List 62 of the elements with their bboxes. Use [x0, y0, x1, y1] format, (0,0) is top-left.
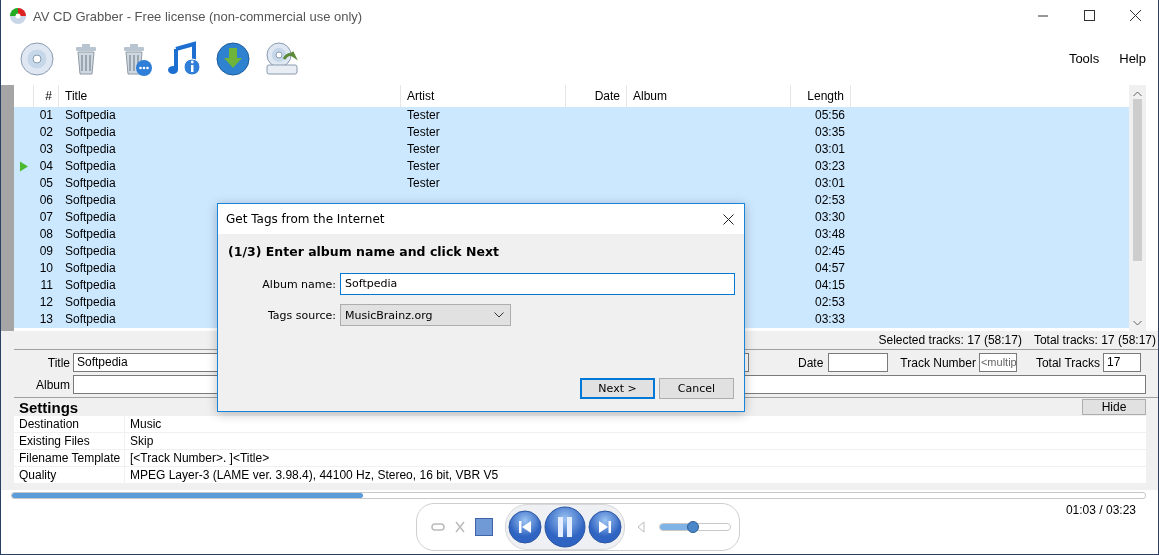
table-cell-text: 03:35	[813, 124, 846, 141]
table-cell-text: 01	[38, 107, 54, 124]
table-cell-text: Tester	[406, 141, 441, 158]
table-cell-text: 04:15	[813, 277, 846, 294]
table-cell-text: Softpedia	[64, 158, 117, 175]
table-cell-text: 07	[38, 209, 54, 226]
table-cell-text: Tester	[406, 158, 441, 175]
table-cell-text: Softpedia	[64, 243, 117, 260]
table-cell-text: Softpedia	[64, 124, 117, 141]
table-cell-text: Tester	[406, 175, 441, 192]
table-cell-text: 13	[38, 311, 54, 328]
table-cell-text: 12	[38, 294, 54, 311]
table-cell-text: 08	[38, 226, 54, 243]
table-cell-text: 03	[38, 141, 54, 158]
table-cell-text: 05	[38, 175, 54, 192]
table-cell-text: Tester	[406, 124, 441, 141]
field-label: Album	[35, 377, 70, 392]
table-cell-text: 10	[38, 260, 54, 277]
table-cell-text: Softpedia	[64, 209, 117, 226]
setting-name: Existing Files	[14, 433, 124, 450]
section-title: Settings	[19, 398, 79, 416]
table-cell-text: 05:56	[813, 107, 846, 124]
table-cell-text: 06	[38, 192, 54, 209]
table-cell-text: Softpedia	[64, 175, 117, 192]
table-cell-text: Softpedia	[64, 192, 117, 209]
table-cell-text: Softpedia	[64, 260, 117, 277]
field-label: Track Number	[900, 355, 976, 370]
table-cell-text: Softpedia	[64, 294, 117, 311]
table-cell-text: Softpedia	[64, 311, 117, 328]
setting-name: Destination	[14, 416, 124, 433]
table-cell-text: 09	[38, 243, 54, 260]
dialog-title: Get Tags from the Internet	[226, 212, 385, 226]
table-cell-text: 04	[38, 158, 54, 175]
table-cell-text: 02	[38, 124, 54, 141]
field-label: Total Tracks	[1035, 355, 1100, 370]
table-cell-text: 03:23	[813, 158, 846, 175]
setting-name: Filename Template	[14, 450, 124, 467]
table-cell-text: 03:01	[813, 175, 846, 192]
playback-time: 01:03 / 03:23	[1065, 503, 1136, 517]
table-cell-text: 02:53	[813, 294, 846, 311]
table-cell-text: 03:01	[813, 141, 846, 158]
field-label: Tags source:	[266, 308, 336, 322]
table-cell-text: 02:45	[813, 243, 846, 260]
field-label: Album name:	[261, 277, 336, 291]
total-tracks-count: Total tracks: 17 (58:17)	[1033, 332, 1156, 349]
setting-name: Quality	[14, 467, 124, 484]
table-cell-text: Tester	[406, 107, 441, 124]
table-cell-text: Softpedia	[64, 141, 117, 158]
table-cell-text: 02:53	[813, 192, 846, 209]
table-cell-text: Softpedia	[64, 277, 117, 294]
field-label: Date	[798, 355, 824, 370]
table-cell-text: 04:57	[813, 260, 846, 277]
window-title: AV CD Grabber - Free license (non-commercial use only)	[33, 8, 364, 24]
step-heading: (1/3) Enter album name and click Next	[228, 244, 500, 259]
table-cell-text: 03:48	[813, 226, 846, 243]
table-cell-text: Softpedia	[64, 107, 117, 124]
table-cell-text: Softpedia	[64, 226, 117, 243]
table-cell-text: 03:30	[813, 209, 846, 226]
table-cell-text: 03:33	[813, 311, 846, 328]
table-cell-text: 11	[39, 277, 54, 294]
field-label: Title	[46, 355, 70, 370]
selected-tracks-count: Selected tracks: 17 (58:17)	[878, 332, 1022, 349]
